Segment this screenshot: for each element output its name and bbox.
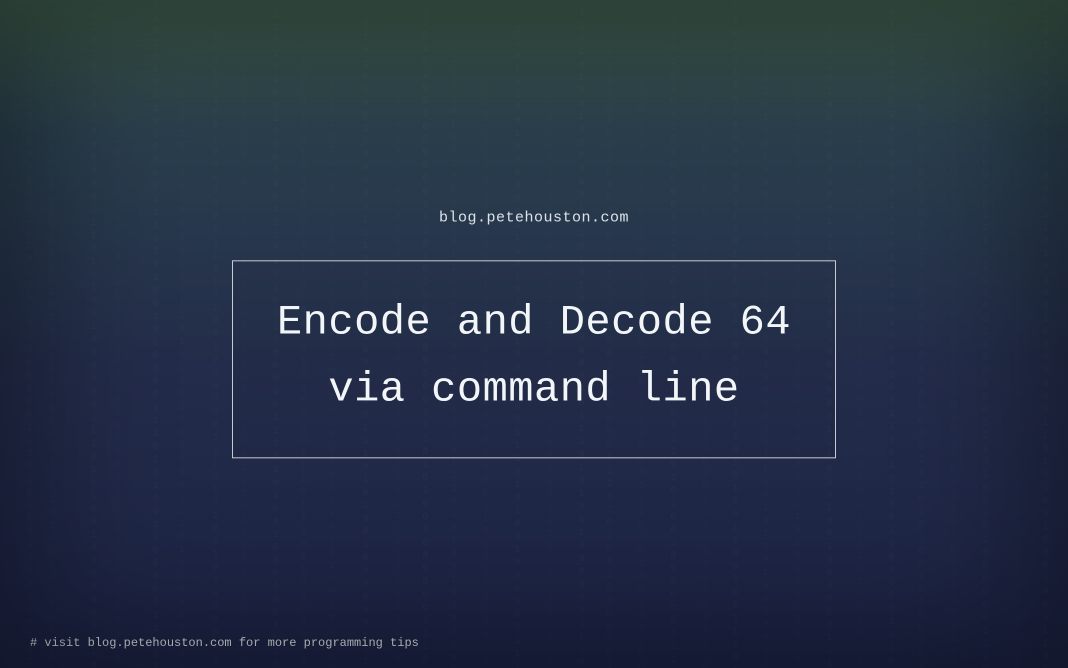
title-line-2: via command line [328, 366, 739, 414]
title-line-1: Encode and Decode 64 [277, 298, 791, 346]
footer-hint: # visit blog.petehouston.com for more pr… [30, 636, 419, 650]
hero-content: blog.petehouston.com Encode and Decode 6… [0, 209, 1068, 458]
title-frame: Encode and Decode 64 via command line [232, 260, 836, 458]
page-title: Encode and Decode 64 via command line [277, 289, 791, 423]
eyebrow-text: blog.petehouston.com [0, 209, 1068, 226]
